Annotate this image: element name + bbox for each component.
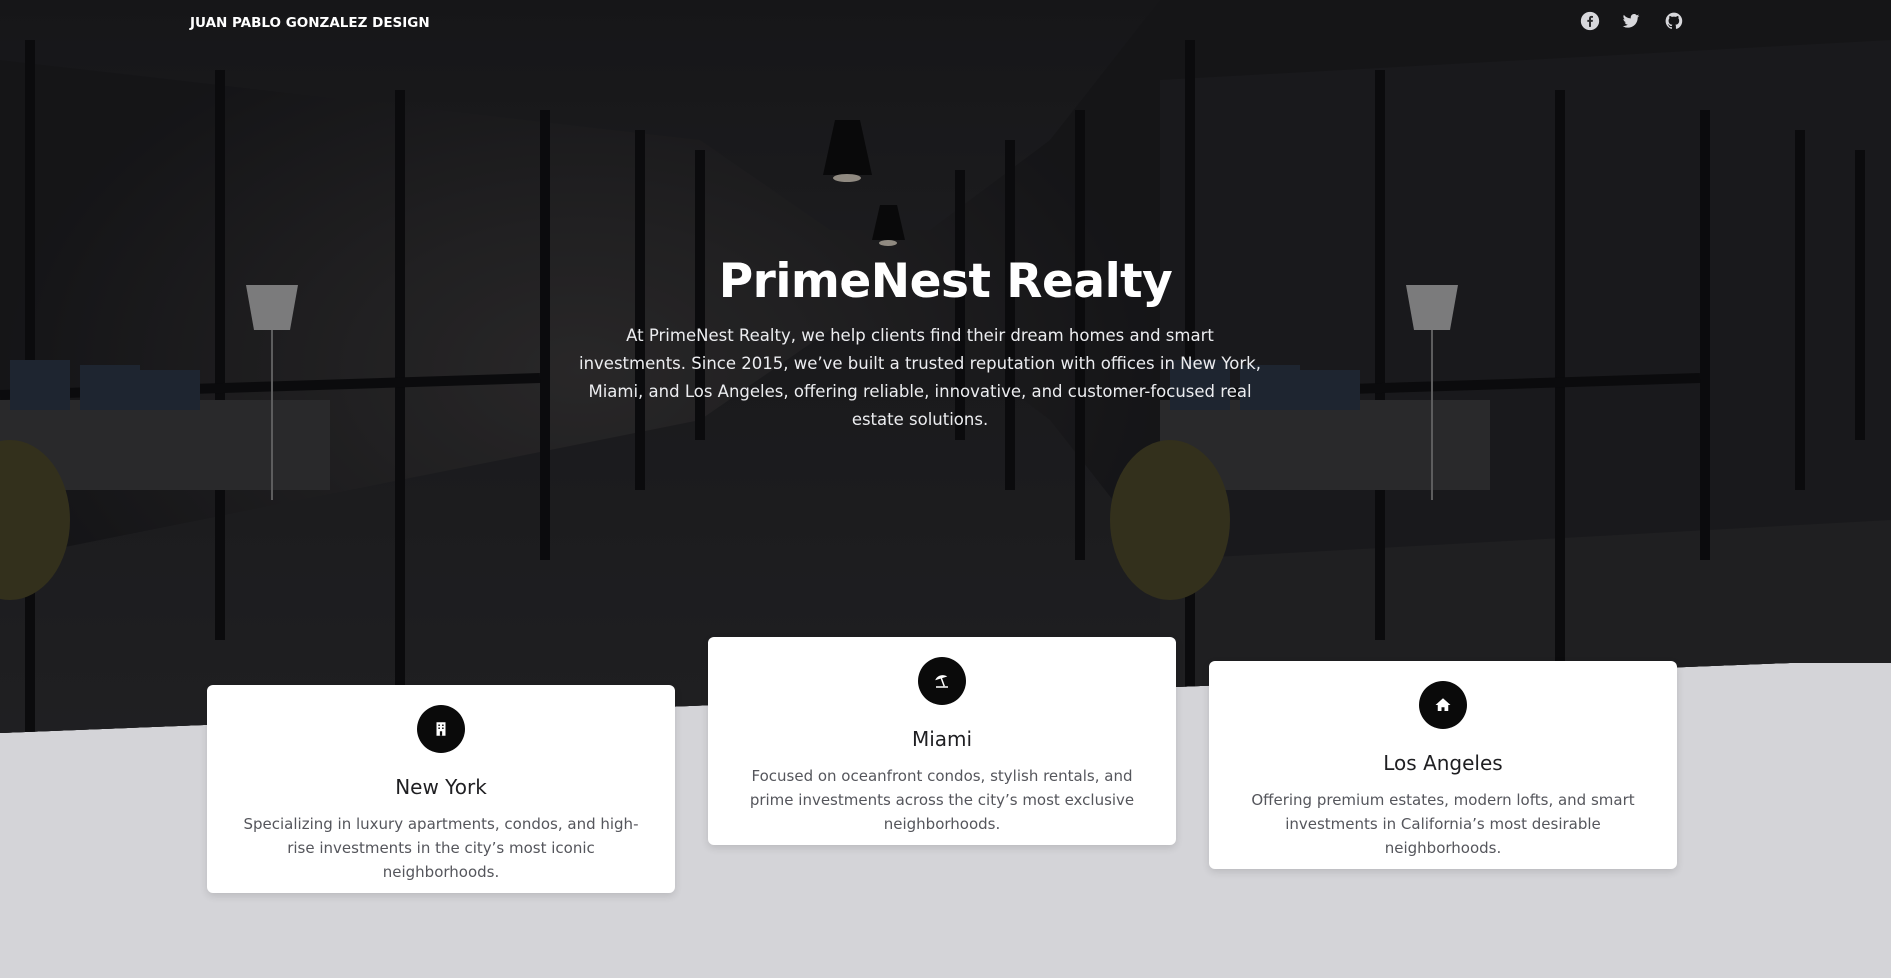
home-icon <box>1419 681 1467 729</box>
office-card-new-york: New York Specializing in luxury apartmen… <box>207 685 675 893</box>
brand-logo-text[interactable]: JUAN PABLO GONZALEZ DESIGN <box>190 15 430 31</box>
github-icon <box>1664 11 1684 35</box>
office-card-los-angeles: Los Angeles Offering premium estates, mo… <box>1209 661 1677 869</box>
card-title: Los Angeles <box>1383 751 1503 775</box>
github-link[interactable] <box>1663 12 1685 34</box>
navbar: JUAN PABLO GONZALEZ DESIGN <box>0 0 1891 48</box>
card-description: Specializing in luxury apartments, condo… <box>243 815 639 881</box>
card-title: New York <box>395 775 487 799</box>
card-title: Miami <box>911 727 973 751</box>
building-icon <box>417 705 465 753</box>
hero-title: PrimeNest Realty <box>718 254 1173 309</box>
facebook-link[interactable] <box>1579 11 1601 35</box>
umbrella-beach-icon <box>918 657 966 705</box>
twitter-icon <box>1621 11 1641 35</box>
card-description: Offering premium estates, modern lofts, … <box>1251 791 1635 857</box>
twitter-link[interactable] <box>1620 12 1642 34</box>
page: JUAN PABLO GONZALEZ DESIGN PrimeNest Rea… <box>0 0 1891 978</box>
facebook-icon <box>1580 11 1600 35</box>
office-card-miami: Miami Focused on oceanfront condos, styl… <box>708 637 1176 845</box>
hero-description: At PrimeNest Realty, we help clients fin… <box>579 326 1261 429</box>
card-description: Focused on oceanfront condos, stylish re… <box>749 767 1135 833</box>
